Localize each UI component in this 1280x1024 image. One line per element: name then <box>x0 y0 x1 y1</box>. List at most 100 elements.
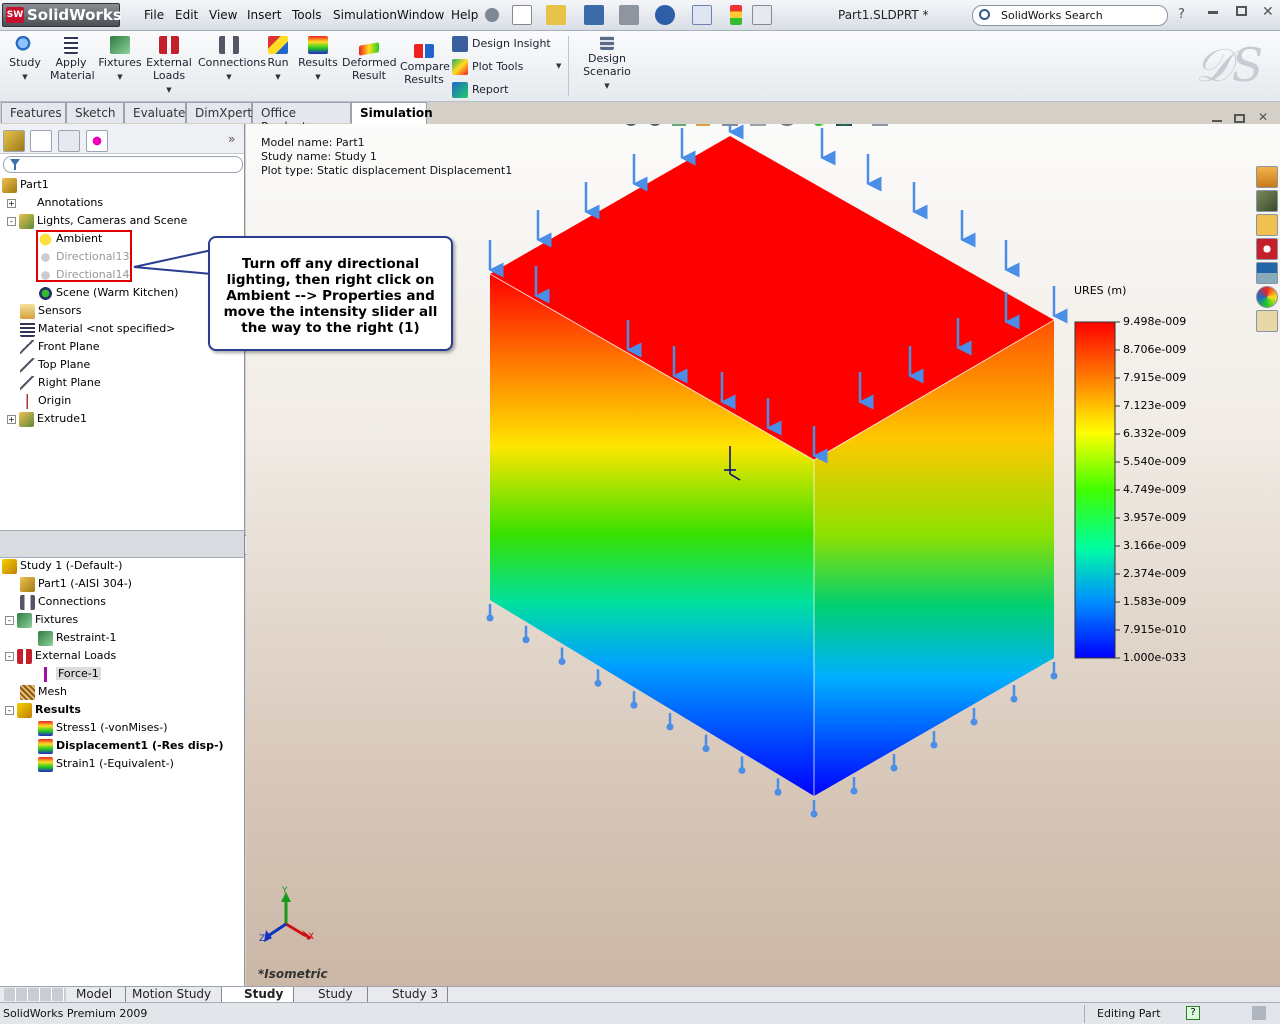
design-scenario-dropdown-icon[interactable]: ▼ <box>580 80 634 93</box>
dimxpert-manager-tab-icon[interactable] <box>86 130 108 152</box>
restore-icon[interactable] <box>1236 6 1247 16</box>
compare-results-button[interactable]: Compare Results <box>400 44 450 86</box>
tab-scroll-arrows-icon[interactable] <box>4 988 66 1001</box>
collapse-icon[interactable]: - <box>5 705 14 715</box>
tab-dimxpert[interactable]: DimXpert <box>186 102 252 123</box>
study_tree-item-external-loads[interactable]: - External Loads <box>5 647 116 665</box>
expand-icon[interactable]: + <box>7 198 16 208</box>
feature_tree-item-top-plane[interactable]: Top Plane <box>20 356 90 374</box>
external-loads-button[interactable]: External Loads ▼ <box>146 36 192 97</box>
new-document-icon[interactable] <box>512 5 532 25</box>
minimize-icon[interactable] <box>1208 11 1218 14</box>
task-pane-view-palette-icon[interactable] <box>1256 262 1278 284</box>
display-style-icon[interactable] <box>750 124 766 126</box>
menu-file[interactable]: File <box>144 8 164 22</box>
pin-icon[interactable] <box>485 8 499 22</box>
expand-panel-icon[interactable]: » <box>228 132 235 146</box>
fixtures-button[interactable]: Fixtures ▼ <box>98 36 142 84</box>
feature_tree-item-extrude1[interactable]: + Extrude1 <box>7 410 87 428</box>
study_tree-item-restraint-1[interactable]: Restraint-1 <box>38 629 117 647</box>
feature_tree-item-front-plane[interactable]: Front Plane <box>20 338 100 356</box>
study_tree-item-mesh[interactable]: Mesh <box>20 683 67 701</box>
feature_tree-item-lights-cameras-and-scene[interactable]: - Lights, Cameras and Scene <box>7 212 187 230</box>
save-icon[interactable] <box>584 5 604 25</box>
task-pane-search-icon[interactable] <box>1256 238 1278 260</box>
run-dropdown-icon[interactable]: ▼ <box>264 71 292 84</box>
options-icon[interactable] <box>752 5 772 25</box>
study-dropdown-icon[interactable]: ▼ <box>8 71 42 84</box>
solidworks-logo[interactable]: SW SolidWorks <box>2 3 122 27</box>
design-insight-button[interactable]: Design Insight <box>452 36 551 52</box>
study_tree-item-stress1-vonmises[interactable]: Stress1 (-vonMises-) <box>38 719 168 737</box>
hide-show-items-icon[interactable] <box>778 124 796 126</box>
apply-material-button[interactable]: Apply Material <box>50 36 95 82</box>
connections-dropdown-icon[interactable]: ▼ <box>198 71 260 84</box>
view-orientation-icon[interactable] <box>722 124 738 126</box>
zoom-to-fit-icon[interactable] <box>624 124 638 126</box>
tab-sketch[interactable]: Sketch <box>66 102 124 123</box>
results-button[interactable]: Results ▼ <box>298 36 338 84</box>
task-pane-custom-properties-icon[interactable] <box>1256 310 1278 332</box>
expand-icon[interactable]: + <box>7 414 16 424</box>
search-input[interactable]: SolidWorks Search <box>972 5 1168 26</box>
undo-icon[interactable] <box>655 5 675 25</box>
property-manager-tab-icon[interactable] <box>30 130 52 152</box>
view-settings-icon[interactable] <box>872 124 888 126</box>
report-button[interactable]: Report <box>452 82 508 98</box>
status-resize-icon[interactable] <box>1252 1006 1266 1020</box>
feature_tree-item-origin[interactable]: Origin <box>20 392 71 410</box>
study_tree-item-displacement1-res-disp[interactable]: Displacement1 (-Res disp-) <box>38 737 224 755</box>
fixtures-dropdown-icon[interactable]: ▼ <box>98 71 142 84</box>
edit-appearance-icon[interactable] <box>812 124 826 126</box>
collapse-icon[interactable]: - <box>7 216 16 226</box>
study_tree-item-study-1-default[interactable]: Study 1 (-Default-) <box>2 557 122 575</box>
apply-scene-icon[interactable] <box>836 124 852 126</box>
tab-evaluate[interactable]: Evaluate <box>124 102 186 123</box>
plot-tools-button[interactable]: Plot Tools <box>452 59 523 75</box>
results-dropdown-icon[interactable]: ▼ <box>298 71 338 84</box>
study_tree-item-strain1-equivalent[interactable]: Strain1 (-Equivalent-) <box>38 755 174 773</box>
help-icon[interactable]: ? <box>1178 7 1185 22</box>
task-pane-appearances-icon[interactable] <box>1256 286 1278 308</box>
design-scenario-button[interactable]: Design Scenario ▼ <box>580 36 634 93</box>
menu-window[interactable]: Window <box>397 8 444 22</box>
plot-tools-dropdown-icon[interactable]: ▼ <box>556 62 561 70</box>
tab-motion-study-1[interactable]: Motion Study 1 <box>126 987 222 1015</box>
tab-study-3[interactable]: Study 3 <box>368 987 448 1002</box>
feature_tree-item-part1[interactable]: Part1 <box>2 176 49 194</box>
graphics-close-icon[interactable]: ✕ <box>1258 110 1268 124</box>
previous-view-icon[interactable] <box>672 124 686 126</box>
select-arrow-icon[interactable] <box>692 5 712 25</box>
deformed-result-button[interactable]: Deformed Result <box>342 42 397 82</box>
menu-view[interactable]: View <box>209 8 237 22</box>
tab-office-products[interactable]: Office Products <box>252 102 351 134</box>
print-icon[interactable] <box>619 5 639 25</box>
menu-tools[interactable]: Tools <box>292 8 322 22</box>
feature_tree-item-right-plane[interactable]: Right Plane <box>20 374 101 392</box>
open-folder-icon[interactable] <box>546 5 566 25</box>
connections-button[interactable]: Connections ▼ <box>198 36 266 84</box>
graphics-minimize-icon[interactable] <box>1212 120 1222 122</box>
study_tree-item-fixtures[interactable]: - Fixtures <box>5 611 78 629</box>
tree-filter-input[interactable] <box>3 156 243 173</box>
task-pane-file-explorer-icon[interactable] <box>1256 214 1278 236</box>
run-button[interactable]: Run ▼ <box>264 36 292 84</box>
rebuild-traffic-light-icon[interactable] <box>730 5 742 25</box>
task-pane-design-library-icon[interactable] <box>1256 190 1278 212</box>
section-view-icon[interactable] <box>696 124 710 126</box>
menu-insert[interactable]: Insert <box>247 8 281 22</box>
collapse-icon[interactable]: - <box>5 615 14 625</box>
collapse-icon[interactable]: - <box>5 651 14 661</box>
close-icon[interactable]: ✕ <box>1262 4 1274 20</box>
tab-model[interactable]: Model <box>70 987 126 1002</box>
study_tree-item-part1-aisi-304[interactable]: Part1 (-AISI 304-) <box>20 575 132 593</box>
study_tree-item-results[interactable]: - Results <box>5 701 81 719</box>
study_tree-item-connections[interactable]: Connections <box>20 593 106 611</box>
feature_tree-item-annotations[interactable]: + Annotations <box>7 194 103 212</box>
external-loads-dropdown-icon[interactable]: ▼ <box>146 84 192 97</box>
tab-study-1[interactable]: Study 1 <box>222 987 294 1015</box>
feature_tree-item-sensors[interactable]: Sensors <box>20 302 81 320</box>
study_tree-item-force-1[interactable]: Force-1 <box>38 665 101 683</box>
graphics-restore-icon[interactable] <box>1234 114 1245 123</box>
study-button[interactable]: Study ▼ <box>8 36 42 84</box>
